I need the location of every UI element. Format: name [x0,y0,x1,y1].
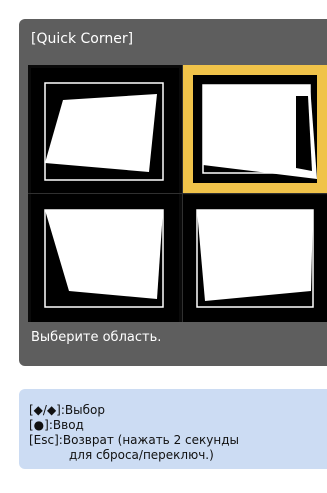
esc-label-line2: для сброса/переключ.) [69,448,214,462]
help-panel: [◆/◆]:Выбор [●]:Ввод [Esc]:Возврат (нажа… [19,389,327,469]
keystone-shape [45,210,163,299]
keystone-shape [197,210,313,301]
area-grid [28,65,327,322]
status-message: Выберите область. [31,330,162,345]
area-bottom-right[interactable] [183,195,327,322]
area-top-right[interactable] [183,65,327,193]
help-select-row: [◆/◆]:Выбор [29,403,105,417]
select-key-hint: [◆/◆] [29,403,61,417]
area-bottom-left[interactable] [31,195,179,322]
help-esc-row-continued: для сброса/переключ.) [69,448,214,462]
esc-key-hint: [Esc] [29,433,59,447]
area-top-left[interactable] [31,68,179,195]
help-enter-row: [●]:Ввод [29,418,84,432]
panel-title: [Quick Corner] [31,31,134,47]
enter-key-hint: [●] [29,418,49,432]
esc-label-line1: :Возврат (нажать 2 секунды [58,433,239,447]
quick-corner-panel: [Quick Corner] Выберите область. [19,19,327,366]
area-top-right-preview [193,75,317,183]
grid-divider-horizontal [28,193,327,194]
area-top-left-preview [44,82,164,181]
area-bottom-left-preview [44,209,164,308]
enter-label: :Ввод [48,418,84,432]
area-bottom-right-preview [196,209,314,308]
keystone-shape [45,94,157,172]
select-label: :Выбор [60,403,105,417]
help-esc-row: [Esc]:Возврат (нажать 2 секунды [29,433,239,447]
